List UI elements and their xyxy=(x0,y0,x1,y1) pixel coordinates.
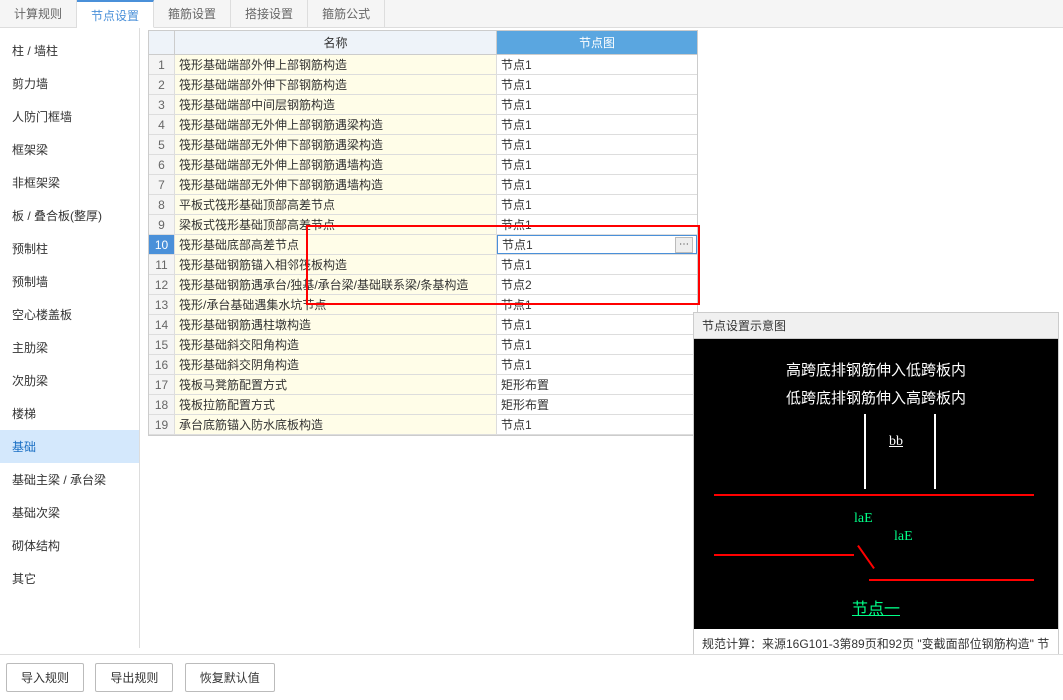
sidebar-item-10[interactable]: 次肋梁 xyxy=(0,364,139,397)
sidebar-item-1[interactable]: 剪力墙 xyxy=(0,67,139,100)
sidebar-item-0[interactable]: 柱 / 墙柱 xyxy=(0,34,139,67)
sidebar-item-13[interactable]: 基础主梁 / 承台梁 xyxy=(0,463,139,496)
table-row[interactable]: 12筏形基础钢筋遇承台/独基/承台梁/基础联系梁/条基构造节点2 xyxy=(149,275,697,295)
table-row[interactable]: 15筏形基础斜交阳角构造节点1 xyxy=(149,335,697,355)
table-row[interactable]: 17筏板马凳筋配置方式矩形布置 xyxy=(149,375,697,395)
table-row[interactable]: 4筏形基础端部无外伸上部钢筋遇梁构造节点1 xyxy=(149,115,697,135)
table-row[interactable]: 18筏板拉筋配置方式矩形布置 xyxy=(149,395,697,415)
table-row[interactable]: 16筏形基础斜交阴角构造节点1 xyxy=(149,355,697,375)
table-row[interactable]: 13筏形/承台基础遇集水坑节点节点1 xyxy=(149,295,697,315)
table-row[interactable]: 14筏形基础钢筋遇柱墩构造节点1 xyxy=(149,315,697,335)
table-row[interactable]: 6筏形基础端部无外伸上部钢筋遇墙构造节点1 xyxy=(149,155,697,175)
sidebar-item-5[interactable]: 板 / 叠合板(整厚) xyxy=(0,199,139,232)
col-node: 节点图 xyxy=(497,31,697,54)
table-row[interactable]: 9梁板式筏形基础顶部高差节点节点1 xyxy=(149,215,697,235)
sidebar-item-11[interactable]: 楼梯 xyxy=(0,397,139,430)
footer-bar: 导入规则 导出规则 恢复默认值 xyxy=(0,654,1063,700)
sidebar-item-14[interactable]: 基础次梁 xyxy=(0,496,139,529)
tab-bar: 计算规则 节点设置 箍筋设置 搭接设置 箍筋公式 xyxy=(0,0,1063,28)
preview-diagram: 高跨底排钢筋伸入低跨板内 低跨底排钢筋伸入高跨板内 bb laE laE 节点一 xyxy=(694,339,1058,629)
sidebar-item-3[interactable]: 框架梁 xyxy=(0,133,139,166)
sidebar-item-16[interactable]: 其它 xyxy=(0,562,139,595)
table-row[interactable]: 2筏形基础端部外伸下部钢筋构造节点1 xyxy=(149,75,697,95)
preview-panel: 节点设置示意图 高跨底排钢筋伸入低跨板内 低跨底排钢筋伸入高跨板内 bb laE… xyxy=(693,312,1059,696)
preview-title: 节点设置示意图 xyxy=(694,313,1058,339)
tab-calc-rule[interactable]: 计算规则 xyxy=(0,0,77,27)
col-name: 名称 xyxy=(175,31,497,54)
table-row[interactable]: 11筏形基础钢筋锚入相邻筏板构造节点1 xyxy=(149,255,697,275)
table-row[interactable]: 3筏形基础端部中间层钢筋构造节点1 xyxy=(149,95,697,115)
export-button[interactable]: 导出规则 xyxy=(95,663,173,692)
sidebar-item-6[interactable]: 预制柱 xyxy=(0,232,139,265)
sidebar-item-7[interactable]: 预制墙 xyxy=(0,265,139,298)
table-row[interactable]: 7筏形基础端部无外伸下部钢筋遇墙构造节点1 xyxy=(149,175,697,195)
table-row[interactable]: 5筏形基础端部无外伸下部钢筋遇梁构造节点1 xyxy=(149,135,697,155)
sidebar-item-8[interactable]: 空心楼盖板 xyxy=(0,298,139,331)
reset-button[interactable]: 恢复默认值 xyxy=(185,663,275,692)
tab-lap-setting[interactable]: 搭接设置 xyxy=(231,0,308,27)
sidebar-item-2[interactable]: 人防门框墙 xyxy=(0,100,139,133)
sidebar-item-4[interactable]: 非框架梁 xyxy=(0,166,139,199)
tab-node-setting[interactable]: 节点设置 xyxy=(77,0,154,28)
tab-stirrup-formula[interactable]: 箍筋公式 xyxy=(308,0,385,27)
sidebar-item-12[interactable]: 基础 xyxy=(0,430,139,463)
table-row[interactable]: 19承台底筋锚入防水底板构造节点1 xyxy=(149,415,697,435)
node-grid: 名称 节点图 1筏形基础端部外伸上部钢筋构造节点12筏形基础端部外伸下部钢筋构造… xyxy=(148,30,698,436)
table-row[interactable]: 8平板式筏形基础顶部高差节点节点1 xyxy=(149,195,697,215)
sidebar-item-15[interactable]: 砌体结构 xyxy=(0,529,139,562)
table-row[interactable]: 1筏形基础端部外伸上部钢筋构造节点1 xyxy=(149,55,697,75)
tab-stirrup-setting[interactable]: 箍筋设置 xyxy=(154,0,231,27)
import-button[interactable]: 导入规则 xyxy=(6,663,84,692)
sidebar-item-9[interactable]: 主肋梁 xyxy=(0,331,139,364)
table-row[interactable]: 10筏形基础底部高差节点节点1⋯ xyxy=(149,235,697,255)
more-icon[interactable]: ⋯ xyxy=(675,237,693,253)
category-sidebar: 柱 / 墙柱剪力墙人防门框墙框架梁非框架梁板 / 叠合板(整厚)预制柱预制墙空心… xyxy=(0,28,140,648)
